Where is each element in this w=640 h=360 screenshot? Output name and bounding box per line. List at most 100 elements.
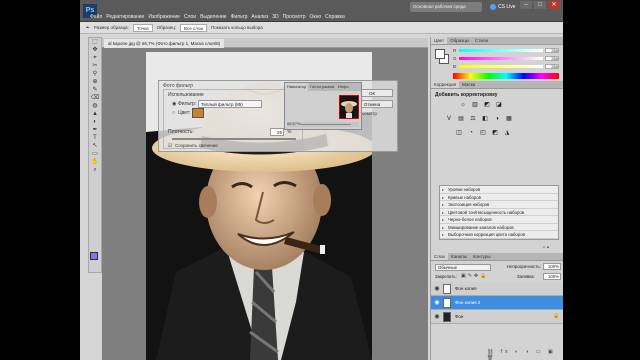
color-balance-icon[interactable]: ⚖ (469, 115, 477, 123)
menu-file[interactable]: Файл (90, 14, 102, 20)
tab-layers[interactable]: Слои (431, 253, 448, 260)
filter-select[interactable]: Теплый фильтр (85) (198, 100, 262, 108)
preserve-luminosity-checkbox[interactable]: ☑ (168, 143, 172, 149)
close-button[interactable]: ✕ (548, 1, 560, 9)
navigator-thumbnail[interactable] (339, 95, 359, 119)
type-tool-icon[interactable]: T (89, 134, 101, 142)
opacity-input[interactable]: 100% (543, 263, 561, 270)
document-tab[interactable]: al kapone.jpg @ 66,7% (Фото фильтр 1, Ма… (104, 39, 225, 48)
layers-footer-icons[interactable]: ⛓ fx ◐ ◑ ▭ ▣ 🗑 (487, 349, 563, 360)
tab-info[interactable]: Инфо (336, 83, 351, 91)
blend-mode-select[interactable]: Обычные (435, 264, 491, 271)
gradient-tool-icon[interactable]: ▲ (89, 110, 101, 118)
menu-help[interactable]: Справка (325, 14, 345, 20)
tab-swatches[interactable]: Образцы (447, 37, 472, 44)
menu-3d[interactable]: 3D (272, 14, 278, 20)
list-item[interactable]: Черно-белое наборов (440, 216, 558, 224)
list-item[interactable]: Экспозиция наборов (440, 201, 558, 209)
foreground-color-box[interactable] (435, 49, 445, 59)
menu-select[interactable]: Выделение (200, 14, 227, 20)
menu-filter[interactable]: Фильтр (231, 14, 248, 20)
density-slider[interactable] (172, 138, 296, 140)
tab-masks[interactable]: Маски (459, 81, 478, 88)
channel-g-slider[interactable] (459, 57, 543, 60)
layer-row[interactable]: ◉ Фон копия (431, 282, 563, 296)
maximize-button[interactable]: □ (534, 1, 546, 9)
channel-mixer-icon[interactable]: ▦ (505, 115, 513, 123)
menu-analysis[interactable]: Анализ (251, 14, 268, 20)
tab-navigator[interactable]: Навигатор (285, 83, 309, 91)
sample-select[interactable]: Все слои (180, 23, 207, 32)
brush-tool-icon[interactable]: ✎ (89, 86, 101, 94)
fill-input[interactable]: 100% (543, 273, 561, 280)
path-select-tool-icon[interactable]: ↖ (89, 142, 101, 150)
tab-channels[interactable]: Каналы (448, 253, 470, 260)
list-item[interactable]: Выборочная коррекция цвета наборов (440, 231, 558, 239)
eye-icon[interactable]: ◉ (433, 285, 441, 293)
channel-r-value[interactable]: 255 (545, 48, 559, 53)
posterize-icon[interactable]: ◔ (467, 129, 475, 137)
vibrance-icon[interactable]: V (445, 115, 453, 123)
channel-g-value[interactable]: 255 (545, 56, 559, 61)
menu-image[interactable]: Изображение (148, 14, 180, 20)
color-radio[interactable]: ○ (172, 110, 175, 116)
adjustments-footer-icons[interactable]: ▫ ▪ (543, 245, 549, 251)
invert-icon[interactable]: ◫ (455, 129, 463, 137)
move-tool-icon[interactable]: ✥ (89, 46, 101, 54)
black-white-icon[interactable]: ◧ (481, 115, 489, 123)
tab-color[interactable]: Цвет (431, 37, 448, 44)
menu-layers[interactable]: Слои (184, 14, 196, 20)
zoom-tool-icon[interactable]: ⌕ (89, 166, 101, 174)
photo-filter-icon[interactable]: ◑ (493, 115, 501, 123)
gradient-map-icon[interactable]: ◩ (491, 129, 499, 137)
lock-icons[interactable]: ▣✎✥🔒 (461, 273, 488, 279)
density-input[interactable]: 25 (270, 128, 284, 136)
marquee-tool-icon[interactable]: ⬚ (89, 38, 101, 46)
tab-adjustments[interactable]: Коррекция (431, 81, 460, 88)
layer-row[interactable]: ◉ Фон 🔒 (431, 310, 563, 324)
minimize-button[interactable]: – (520, 1, 532, 9)
lasso-tool-icon[interactable]: ⌖ (89, 54, 101, 62)
list-item[interactable]: Кривые наборов (440, 194, 558, 201)
channel-r-slider[interactable] (459, 49, 543, 52)
brightness-icon[interactable]: ☼ (459, 101, 467, 109)
zoom-slider[interactable] (301, 124, 351, 125)
eye-icon[interactable]: ◉ (433, 313, 441, 321)
selective-color-icon[interactable]: ◮ (503, 129, 511, 137)
list-item[interactable]: Микширование каналов наборов (440, 224, 558, 231)
workspace-switcher[interactable]: Основная рабочая среда (410, 2, 482, 12)
tab-paths[interactable]: Контуры (470, 253, 494, 260)
filter-color-swatch[interactable] (192, 108, 204, 118)
eraser-tool-icon[interactable]: ⌫ (89, 94, 101, 102)
tab-histogram[interactable]: Гистограмма (308, 83, 336, 91)
layer-row[interactable]: ◉ Фон копия 2 (431, 296, 563, 310)
shape-tool-icon[interactable]: ▭ (89, 150, 101, 158)
dodge-tool-icon[interactable]: ◐ (89, 118, 101, 126)
menu-view[interactable]: Просмотр (283, 14, 306, 20)
eyedropper-icon[interactable]: ✒ (86, 25, 90, 31)
list-item[interactable]: Цветовой тон/Насыщенность наборов (440, 209, 558, 216)
pen-tool-icon[interactable]: ✒ (89, 126, 101, 134)
sample-size-select[interactable]: Точка (132, 23, 153, 32)
cs-live-button[interactable]: CS Live (498, 4, 516, 10)
hue-saturation-icon[interactable]: ▤ (457, 115, 465, 123)
show-ring-checkbox[interactable]: Показать кольцо выбора (211, 25, 263, 30)
menu-window[interactable]: Окно (310, 14, 322, 20)
curves-icon[interactable]: ◩ (483, 101, 491, 109)
zoom-value[interactable]: 66.67% (287, 121, 301, 126)
filter-radio[interactable]: ◉ (172, 101, 176, 107)
menu-edit[interactable]: Редактирование (106, 14, 144, 20)
list-item[interactable]: Уровни наборов (440, 186, 558, 194)
stamp-tool-icon[interactable]: ◍ (89, 102, 101, 110)
levels-icon[interactable]: ▥ (471, 101, 479, 109)
crop-tool-icon[interactable]: ✂ (89, 62, 101, 70)
healing-tool-icon[interactable]: ⊕ (89, 78, 101, 86)
foreground-color-swatch[interactable] (90, 252, 98, 260)
threshold-icon[interactable]: ◰ (479, 129, 487, 137)
channel-b-slider[interactable] (459, 65, 543, 68)
color-spectrum[interactable] (453, 73, 559, 79)
tab-styles[interactable]: Стили (472, 37, 491, 44)
exposure-icon[interactable]: ◪ (495, 101, 503, 109)
channel-b-value[interactable]: 255 (545, 64, 559, 69)
hand-tool-icon[interactable]: ✋ (89, 158, 101, 166)
